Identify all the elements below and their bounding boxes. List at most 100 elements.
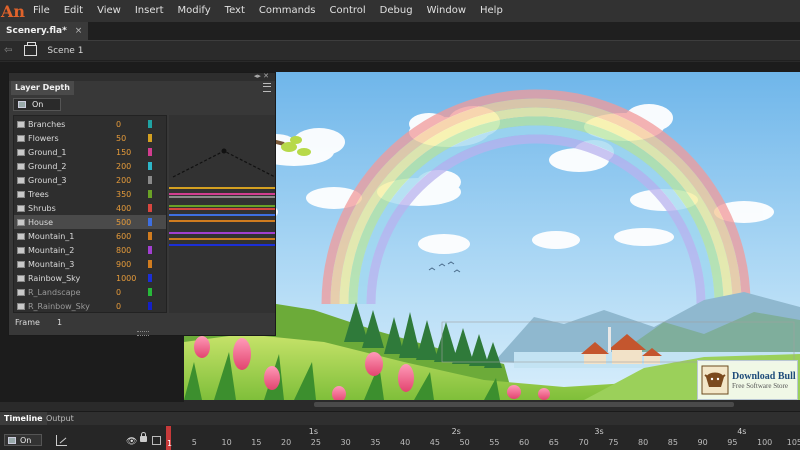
layer-row[interactable]: Mountain_2 800 <box>14 243 166 257</box>
back-arrow-icon[interactable]: ⇦ <box>4 45 12 56</box>
layer-row[interactable]: Flowers 50 <box>14 131 166 145</box>
layer-depth-value[interactable]: 50 <box>116 134 148 143</box>
outline-icon[interactable] <box>152 436 161 445</box>
layer-row[interactable]: R_Rainbow_Sky 0 <box>14 299 166 313</box>
frame-ruler[interactable]: 5 10 15 20 25 30 35 40 45 50 55 60 65 70 75 80 85 90 95 100… <box>164 425 800 450</box>
layer-color-swatch[interactable] <box>148 218 152 226</box>
layer-depth-value[interactable]: 500 <box>116 218 148 227</box>
layer-color-swatch[interactable] <box>148 176 152 184</box>
resize-grip[interactable] <box>137 331 149 336</box>
frame-tick-label: 35 <box>370 438 381 447</box>
layer-color-swatch[interactable] <box>148 232 152 240</box>
scene-label: Scene 1 <box>47 45 84 56</box>
layer-color-swatch[interactable] <box>148 274 152 282</box>
layer-depth-toggle-label: On <box>32 100 44 109</box>
frame-tick-label: 45 <box>429 438 440 447</box>
watermark-subtitle: Free Software Store <box>732 381 788 390</box>
layer-depth-value[interactable]: 0 <box>116 120 148 129</box>
layer-name: Ground_3 <box>28 175 67 185</box>
layer-icon <box>17 162 25 170</box>
layer-name: Trees <box>28 189 49 199</box>
layer-color-swatch[interactable] <box>148 302 152 310</box>
eye-icon[interactable]: 👁 <box>126 437 137 447</box>
frame-tick-label: 95 <box>727 438 738 447</box>
menu-window[interactable]: Window <box>420 0 473 22</box>
layer-row[interactable]: Rainbow_Sky 1000 <box>14 271 166 285</box>
layer-row[interactable]: Branches 0 <box>14 117 166 131</box>
layer-color-swatch[interactable] <box>148 260 152 268</box>
panel-menu-icon[interactable] <box>263 83 271 92</box>
layer-depth-value[interactable]: 900 <box>116 260 148 269</box>
horizontal-scrollbar-thumb[interactable] <box>314 402 734 407</box>
menu-commands[interactable]: Commands <box>252 0 323 22</box>
layer-color-swatch[interactable] <box>148 134 152 142</box>
layer-row[interactable]: Mountain_3 900 <box>14 257 166 271</box>
seconds-tick-label: 4s <box>737 427 747 436</box>
frame-tick-label: 5 <box>191 438 197 447</box>
layer-icon <box>17 274 25 282</box>
layer-depth-toggle[interactable]: On <box>13 98 61 111</box>
menu-help[interactable]: Help <box>473 0 510 22</box>
menu-control[interactable]: Control <box>323 0 373 22</box>
tab-timeline[interactable]: Timeline <box>0 412 47 426</box>
layer-icon <box>17 148 25 156</box>
layer-color-swatch[interactable] <box>148 190 152 198</box>
animate-logo-icon: An <box>0 1 26 21</box>
layer-icon <box>17 246 25 254</box>
layer-color-swatch[interactable] <box>148 148 152 156</box>
menu-modify[interactable]: Modify <box>171 0 218 22</box>
layer-row[interactable]: Ground_2 200 <box>14 159 166 173</box>
layer-depth-value[interactable]: 350 <box>116 190 148 199</box>
layer-row[interactable]: Ground_3 200 <box>14 173 166 187</box>
layer-depth-value[interactable]: 200 <box>116 162 148 171</box>
layer-name: R_Rainbow_Sky <box>28 301 90 311</box>
document-tab-bar: Scenery.fla* × <box>0 22 800 41</box>
collapse-icon[interactable]: ◂▸ ✕ <box>254 72 269 80</box>
seconds-tick-label: 3s <box>594 427 604 436</box>
menu-text[interactable]: Text <box>218 0 252 22</box>
frame-tick-label: 90 <box>697 438 708 447</box>
layer-color-swatch[interactable] <box>148 288 152 296</box>
timeline-tabs: Timeline Output <box>0 411 800 426</box>
layer-depth-value[interactable]: 0 <box>116 288 148 297</box>
layer-depth-value[interactable]: 800 <box>116 246 148 255</box>
layer-row[interactable]: Ground_1 150 <box>14 145 166 159</box>
layer-color-swatch[interactable] <box>148 204 152 212</box>
layer-color-swatch[interactable] <box>148 246 152 254</box>
layer-depth-value[interactable]: 150 <box>116 148 148 157</box>
layer-color-swatch[interactable] <box>148 162 152 170</box>
layer-row[interactable]: House 500 <box>14 215 166 229</box>
scenery-illustration <box>184 72 800 400</box>
menu-edit[interactable]: Edit <box>57 0 90 22</box>
panel-drag-handle[interactable]: ◂▸ ✕ <box>9 72 275 81</box>
layer-name: Mountain_1 <box>28 231 75 241</box>
menu-file[interactable]: File <box>26 0 57 22</box>
menu-debug[interactable]: Debug <box>373 0 420 22</box>
layer-depth-value[interactable]: 0 <box>116 302 148 311</box>
lock-icon[interactable] <box>140 432 147 442</box>
layer-row[interactable]: Mountain_1 600 <box>14 229 166 243</box>
layer-color-swatch[interactable] <box>148 120 152 128</box>
layer-name: House <box>28 217 54 227</box>
layer-depth-value[interactable]: 600 <box>116 232 148 241</box>
stage-canvas[interactable] <box>184 72 800 400</box>
graph-icon[interactable] <box>56 435 67 446</box>
layer-row[interactable]: Trees 350 <box>14 187 166 201</box>
layer-depth-value[interactable]: 1000 <box>116 274 148 283</box>
layer-row[interactable]: Shrubs 400 <box>14 201 166 215</box>
layer-depth-panel: ◂▸ ✕ Layer Depth On Branches 0 Flowers 50 Gr… <box>8 72 276 336</box>
frame-tick-label: 100 <box>757 438 773 447</box>
menu-view[interactable]: View <box>90 0 128 22</box>
layer-icon <box>17 218 25 226</box>
layer-depth-value[interactable]: 400 <box>116 204 148 213</box>
layer-depth-tab[interactable]: Layer Depth <box>11 81 74 95</box>
menu-insert[interactable]: Insert <box>128 0 171 22</box>
layer-icon <box>17 232 25 240</box>
document-tab[interactable]: Scenery.fla* × <box>0 22 89 40</box>
layer-row[interactable]: R_Landscape 0 <box>14 285 166 299</box>
layer-depth-value[interactable]: 200 <box>116 176 148 185</box>
horizontal-scrollbar[interactable] <box>184 400 800 409</box>
timeline-layer-depth-toggle[interactable]: On <box>4 434 42 446</box>
close-icon[interactable]: × <box>75 26 83 36</box>
tab-output[interactable]: Output <box>42 412 78 426</box>
